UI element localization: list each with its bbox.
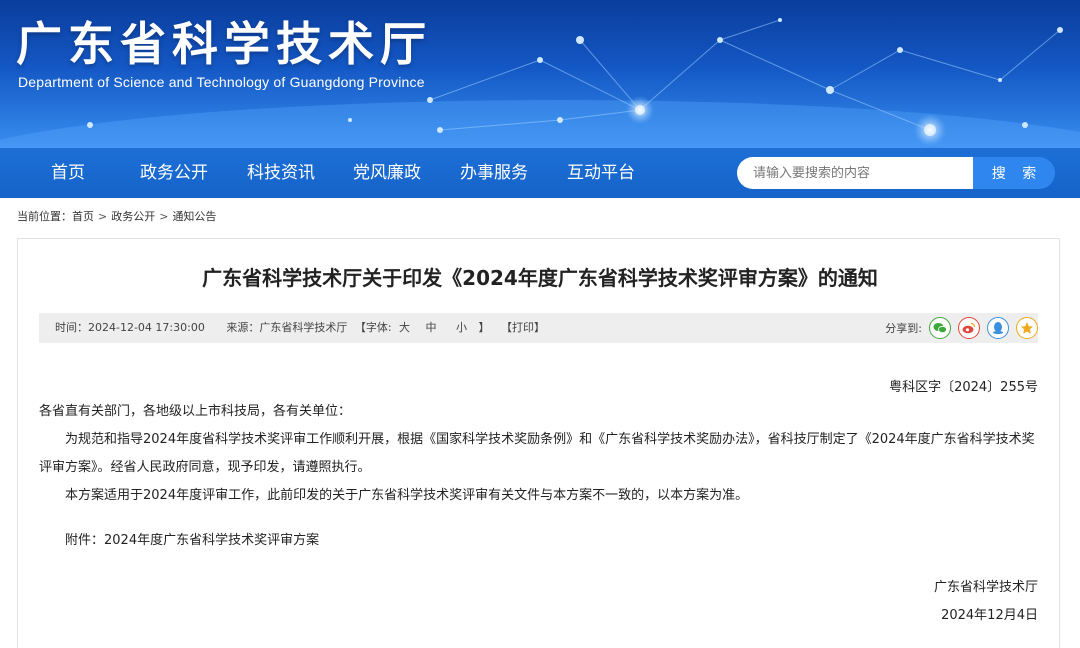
- breadcrumb-notices[interactable]: 通知公告: [172, 210, 216, 223]
- signature-organization: 广东省科学技术厅: [933, 580, 1038, 595]
- salutation: 各省直有关部门，各地级以上市科技局，各有关单位：: [39, 404, 352, 419]
- nav-item-tech-news[interactable]: 科技资讯: [247, 148, 315, 198]
- share-label: 分享到:: [885, 322, 922, 335]
- nav-item-home[interactable]: 首页: [51, 148, 85, 198]
- qq-icon[interactable]: [987, 317, 1009, 339]
- document-number: 粤科区字〔2024〕255号: [889, 380, 1038, 395]
- nav-item-party-integrity[interactable]: 党风廉政: [353, 148, 421, 198]
- search-button[interactable]: 搜 索: [973, 157, 1055, 189]
- body-paragraph-1: 为规范和指导2024年度省科学技术奖评审工作顺利开展，根据《国家科学技术奖励条例…: [39, 432, 1035, 475]
- nav-item-interaction[interactable]: 互动平台: [567, 148, 635, 198]
- breadcrumb-separator: >: [98, 210, 108, 223]
- wechat-icon[interactable]: [929, 317, 951, 339]
- nav-item-services[interactable]: 办事服务: [460, 148, 528, 198]
- breadcrumb-home[interactable]: 首页: [72, 210, 94, 223]
- attachment-link[interactable]: 附件：2024年度广东省科学技术奖评审方案: [39, 527, 1039, 555]
- share-bar: 分享到:: [885, 313, 1038, 343]
- font-size-large[interactable]: 大: [399, 321, 410, 334]
- article-meta: 时间：2024-12-04 17:30:00 来源：广东省科学技术厅 【字体: …: [55, 313, 549, 343]
- weibo-icon[interactable]: [958, 317, 980, 339]
- breadcrumb-prefix: 当前位置：: [17, 210, 72, 223]
- body-paragraph-2: 本方案适用于2024年度评审工作，此前印发的关于广东省科学技术奖评审有关文件与本…: [65, 488, 749, 503]
- print-link[interactable]: 【打印】: [501, 321, 545, 334]
- qzone-icon[interactable]: [1016, 317, 1038, 339]
- search-input[interactable]: [737, 157, 973, 189]
- nav-item-government-affairs[interactable]: 政务公开: [140, 148, 208, 198]
- font-size-label: 【字体:: [354, 321, 392, 334]
- publish-time: 时间：2024-12-04 17:30:00: [55, 321, 205, 334]
- article-title: 广东省科学技术厅关于印发《2024年度广东省科学技术奖评审方案》的通知: [202, 266, 878, 290]
- font-size-small[interactable]: 小: [456, 321, 467, 334]
- article-meta-bar: 时间：2024-12-04 17:30:00 来源：广东省科学技术厅 【字体: …: [39, 313, 1038, 343]
- site-title: 广东省科学技术厅: [16, 17, 432, 71]
- site-subtitle: Department of Science and Technology of …: [18, 74, 425, 90]
- font-size-medium[interactable]: 中: [426, 321, 437, 334]
- font-size-close: 】: [478, 321, 490, 334]
- breadcrumb-separator: >: [159, 210, 169, 223]
- breadcrumb: 当前位置：首页 > 政务公开 > 通知公告: [17, 208, 216, 224]
- article-source: 来源：广东省科学技术厅: [226, 321, 348, 334]
- header-banner: 广东省科学技术厅 Department of Science and Techn…: [0, 0, 1080, 148]
- signature-date: 2024年12月4日: [941, 608, 1038, 623]
- breadcrumb-government-affairs[interactable]: 政务公开: [111, 210, 155, 223]
